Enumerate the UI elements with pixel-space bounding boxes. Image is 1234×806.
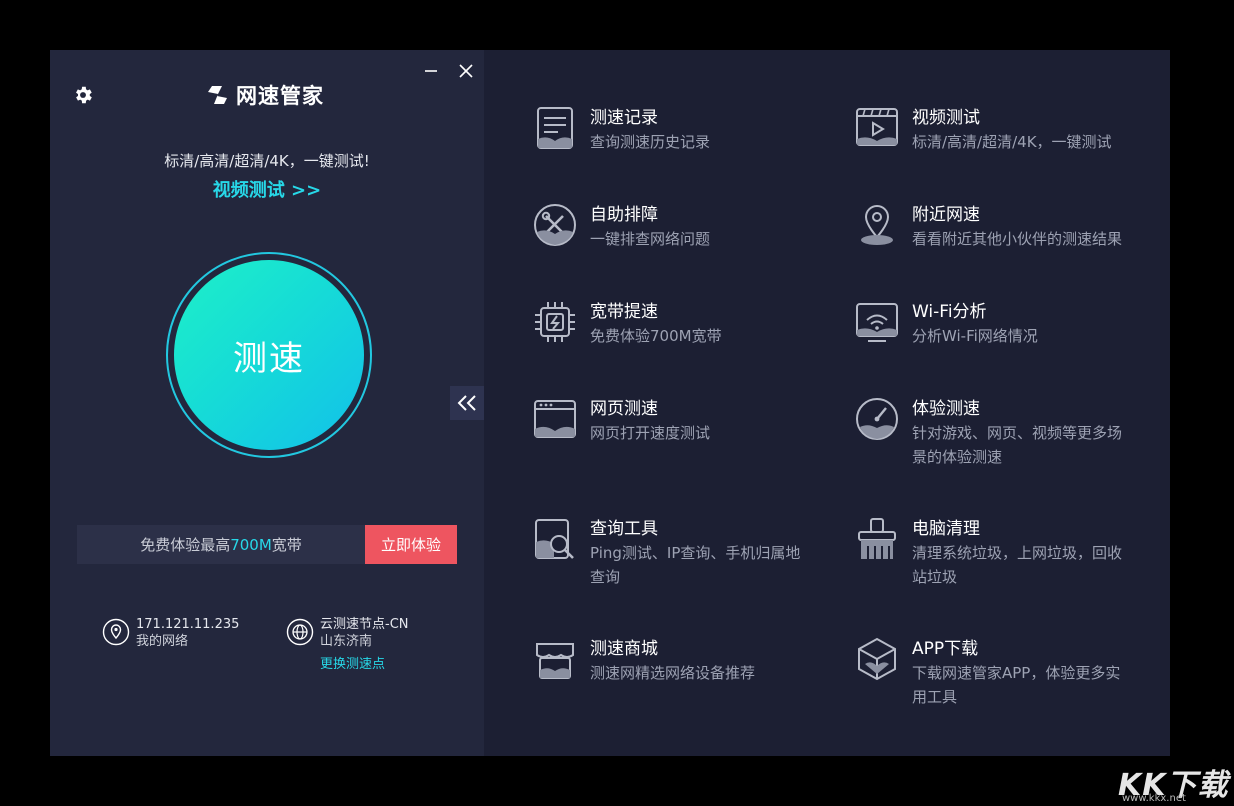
watermark: KK下载 www.kkx.net <box>1110 760 1230 806</box>
node-location: 山东济南 <box>320 634 373 649</box>
double-chevron-left-icon <box>457 395 476 411</box>
feature-title: 附近网速 <box>912 205 980 225</box>
feature-wifi-analysis[interactable]: Wi-Fi分析 分析Wi-Fi网络情况 <box>854 299 1127 348</box>
feature-desc: Ping测试、IP查询、手机归属地查询 <box>590 544 801 586</box>
feature-desc: 查询测速历史记录 <box>590 133 711 151</box>
feature-title: 测速记录 <box>590 108 658 128</box>
feature-nearby-speed[interactable]: 附近网速 看看附近其他小伙伴的测速结果 <box>854 202 1127 251</box>
close-icon <box>459 64 473 78</box>
close-button[interactable] <box>455 60 477 82</box>
app-window: 网速管家 标清/高清/超清/4K，一键测试! 视频测试 >> 测速 免费体验最高… <box>50 50 1170 756</box>
feature-title: 体验测速 <box>912 399 980 419</box>
broadband-text-highlight: 700M <box>230 535 272 554</box>
feature-pc-clean[interactable]: 电脑清理 清理系统垃圾，上网垃圾，回收站垃圾 <box>854 516 1127 589</box>
feature-desc: 一键排查网络问题 <box>590 230 711 248</box>
feature-self-repair[interactable]: 自助排障 一键排查网络问题 <box>532 202 805 251</box>
feature-broadband-boost[interactable]: 宽带提速 免费体验700M宽带 <box>532 299 805 348</box>
promo-text: 标清/高清/超清/4K，一键测试! <box>164 152 370 170</box>
feature-speed-store[interactable]: 测速商城 测速网精选网络设备推荐 <box>532 636 805 685</box>
speed-test-button[interactable]: 测速 <box>174 260 364 450</box>
feature-speed-record[interactable]: 测速记录 查询测速历史记录 <box>532 105 805 154</box>
watermark-url: www.kkx.net <box>1122 793 1186 804</box>
broom-icon <box>858 518 896 559</box>
change-node-link[interactable]: 更换测速点 <box>320 656 409 673</box>
feature-title: 视频测试 <box>912 108 980 128</box>
webpage-icon <box>534 400 576 438</box>
my-network-info: 171.121.11.235 我的网络 <box>102 616 239 650</box>
wifi-icon <box>856 303 898 342</box>
repair-icon <box>534 204 576 246</box>
broadband-text-after: 宽带 <box>271 536 302 554</box>
try-now-button[interactable]: 立即体验 <box>365 525 457 564</box>
broadband-promo-text: 免费体验最高 700M 宽带 <box>77 525 365 564</box>
logo-s-icon <box>208 86 227 104</box>
video-test-link[interactable]: 视频测试 >> <box>50 176 484 202</box>
feature-desc: 标清/高清/超清/4K，一键测试 <box>912 133 1112 151</box>
node-name: 云测速节点-CN <box>320 617 409 632</box>
globe-icon <box>286 618 314 646</box>
feature-video-test[interactable]: 视频测试 标清/高清/超清/4K，一键测试 <box>854 105 1127 154</box>
speed-node-info: 云测速节点-CN 山东济南 更换测速点 <box>286 616 409 673</box>
feature-webpage-speed[interactable]: 网页测速 网页打开速度测试 <box>532 396 805 445</box>
feature-title: 宽带提速 <box>590 302 658 322</box>
ip-address: 171.121.11.235 <box>136 617 240 632</box>
feature-title: 测速商城 <box>590 639 658 659</box>
feature-experience-speed[interactable]: 体验测速 针对游戏、网页、视频等更多场景的体验测速 <box>854 396 1127 469</box>
app-title: 网速管家 <box>236 84 324 108</box>
feature-desc: 测速网精选网络设备推荐 <box>590 664 756 682</box>
gear-icon[interactable] <box>72 84 94 106</box>
feature-title: 查询工具 <box>590 519 658 539</box>
location-pin-icon <box>102 618 130 646</box>
feature-desc: 网页打开速度测试 <box>590 424 711 442</box>
feature-panel: 测速记录 查询测速历史记录 视频测试 标清/高清/超清/4K，一键测试 自助排障… <box>484 50 1170 756</box>
video-icon <box>856 108 898 146</box>
feature-title: 网页测速 <box>590 399 658 419</box>
minimize-button[interactable] <box>420 60 442 82</box>
app-download-icon <box>858 637 896 681</box>
feature-desc: 清理系统垃圾，上网垃圾，回收站垃圾 <box>912 544 1123 586</box>
left-panel: 网速管家 标清/高清/超清/4K，一键测试! 视频测试 >> 测速 免费体验最高… <box>50 50 484 756</box>
my-network-label: 我的网络 <box>136 634 189 649</box>
feature-title: Wi-Fi分析 <box>912 302 987 322</box>
gauge-icon <box>856 398 898 440</box>
app-logo: 网速管家 <box>204 80 324 110</box>
store-icon <box>536 643 574 679</box>
feature-desc: 分析Wi-Fi网络情况 <box>912 327 1038 345</box>
collapse-button[interactable] <box>450 386 484 420</box>
broadband-text-before: 免费体验最高 <box>140 536 231 554</box>
feature-desc: 免费体验700M宽带 <box>590 327 722 345</box>
record-icon <box>537 107 573 149</box>
search-tool-icon <box>535 519 574 559</box>
chip-icon <box>535 302 575 342</box>
feature-desc: 下载网速管家APP，体验更多实用工具 <box>912 664 1121 706</box>
feature-desc: 看看附近其他小伙伴的测速结果 <box>912 230 1123 248</box>
speed-test-label: 测速 <box>233 338 305 379</box>
broadband-promo-bar: 免费体验最高 700M 宽带 立即体验 <box>77 525 457 564</box>
location-icon <box>861 204 893 245</box>
feature-title: 自助排障 <box>590 205 658 225</box>
feature-desc: 针对游戏、网页、视频等更多场景的体验测速 <box>912 424 1123 466</box>
feature-title: APP下载 <box>912 639 979 659</box>
minimize-icon <box>425 70 437 72</box>
feature-title: 电脑清理 <box>912 519 980 539</box>
feature-app-download[interactable]: APP下载 下载网速管家APP，体验更多实用工具 <box>854 636 1127 709</box>
feature-query-tools[interactable]: 查询工具 Ping测试、IP查询、手机归属地查询 <box>532 516 805 589</box>
